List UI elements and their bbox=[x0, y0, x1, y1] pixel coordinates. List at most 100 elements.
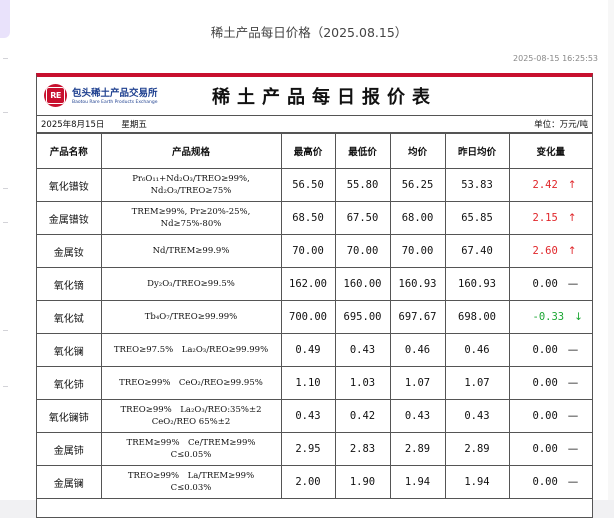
spec-line: TREO≥99% La₂O₃/REO:35%±2 bbox=[120, 405, 262, 415]
change-value: 2.60 bbox=[532, 245, 558, 257]
product-name-cell: 氧化镧铈 bbox=[37, 399, 102, 433]
spec-line: Nd₂O₃/TREO≥75% bbox=[150, 186, 232, 196]
change-cell: 0.00 — bbox=[508, 333, 592, 367]
arrow-up-icon: ↑ bbox=[567, 245, 577, 257]
product-spec-cell: Dy₂O₃/TREO≥99.5% bbox=[100, 267, 282, 301]
low-price-cell: 0.42 bbox=[334, 399, 391, 433]
change-value: 2.42 bbox=[532, 179, 558, 191]
product-name-cell: 氧化铈 bbox=[37, 366, 102, 400]
prev-avg-price-cell: 0.46 bbox=[444, 333, 510, 367]
report-date: 2025年8月15日 星期五 bbox=[41, 120, 147, 130]
spec-line: Dy₂O₃/TREO≥99.5% bbox=[147, 279, 235, 289]
high-price-cell: 0.49 bbox=[280, 333, 336, 367]
change-value: 0.00 bbox=[532, 476, 558, 488]
prev-avg-price-cell: 67.40 bbox=[444, 234, 510, 268]
report-title: 稀土产品每日报价表 bbox=[212, 87, 437, 108]
side-panel-tick bbox=[3, 112, 8, 113]
arrow-down-icon: ↓ bbox=[574, 311, 583, 323]
product-spec-cell: TREM≥99% Ce/TREM≥99% C≤0.05% bbox=[100, 432, 282, 466]
side-panel-accent bbox=[0, 0, 10, 38]
header-cell: 产品名称 bbox=[37, 133, 102, 169]
high-price-cell: 1.10 bbox=[280, 366, 336, 400]
report-unit: 单位：万元/吨 bbox=[534, 120, 588, 130]
change-cell: 0.00 — bbox=[508, 399, 592, 433]
prev-avg-price-cell: 698.00 bbox=[444, 300, 510, 334]
table-row: 氧化镨钕 Pr₆O₁₁+Nd₂O₃/TREO≥99%, Nd₂O₃/TREO≥75%… bbox=[37, 168, 592, 202]
table-row: 氧化镧 TREO≥97.5% La₂O₃/REO≥99.99% 0.49 0.43 0.… bbox=[37, 333, 592, 367]
spec-line: C≤0.03% bbox=[170, 483, 212, 493]
table-row: 氧化铈 TREO≥99% CeO₂/REO≥99.95% 1.10 1.03 1.07 1… bbox=[37, 366, 592, 400]
price-table: 产品名称 产品规格 最高价 最低价 均价 昨日均价 变化量 氧化镨钕 Pr₆O₁₁… bbox=[37, 133, 592, 499]
product-name-cell: 金属铈 bbox=[37, 432, 102, 466]
article-title: 稀土产品每日价格（2025.08.15） bbox=[210, 25, 408, 40]
product-name-cell: 氧化铽 bbox=[37, 300, 102, 334]
avg-price-cell: 56.25 bbox=[389, 168, 446, 202]
high-price-cell: 162.00 bbox=[280, 267, 336, 301]
side-panel-tick bbox=[3, 386, 8, 387]
avg-price-cell: 697.67 bbox=[389, 300, 446, 334]
table-header-row: 产品名称 产品规格 最高价 最低价 均价 昨日均价 变化量 bbox=[37, 133, 592, 169]
spec-line: TREO≥97.5% La₂O₃/REO≥99.99% bbox=[113, 345, 269, 355]
avg-price-cell: 68.00 bbox=[389, 201, 446, 235]
product-name-cell: 金属镧 bbox=[37, 465, 102, 499]
product-name-cell: 氧化镝 bbox=[37, 267, 102, 301]
low-price-cell: 67.50 bbox=[334, 201, 391, 235]
high-price-cell: 700.00 bbox=[280, 300, 336, 334]
low-price-cell: 160.00 bbox=[334, 267, 391, 301]
prev-avg-price-cell: 53.83 bbox=[444, 168, 510, 202]
header-cell: 最低价 bbox=[334, 133, 391, 169]
prev-avg-price-cell: 1.94 bbox=[444, 465, 510, 499]
header-cell: 变化量 bbox=[508, 133, 592, 169]
avg-price-cell: 160.93 bbox=[389, 267, 446, 301]
side-panel-tick bbox=[3, 188, 8, 189]
change-cell: 0.00 — bbox=[508, 432, 592, 466]
table-row: 金属镨钕 TREM≥99%, Pr≥20%-25%, Nd≥75%-80% 68.50… bbox=[37, 201, 592, 235]
dash-icon: — bbox=[567, 344, 579, 356]
product-spec-cell: TREM≥99%, Pr≥20%-25%, Nd≥75%-80% bbox=[100, 201, 282, 235]
product-spec-cell: Tb₄O₇/TREO≥99.99% bbox=[100, 300, 282, 334]
high-price-cell: 68.50 bbox=[280, 201, 336, 235]
spec-line: CeO₂/REO 65%±2 bbox=[151, 417, 231, 427]
change-value: -0.33 bbox=[532, 311, 565, 323]
table-row: 金属钕 Nd/TREM≥99.9% 70.00 70.00 70.00 67.40 2.60… bbox=[37, 234, 592, 268]
spec-line: TREO≥99% La/TREM≥99% bbox=[127, 471, 255, 481]
prev-avg-price-cell: 0.43 bbox=[444, 399, 510, 433]
low-price-cell: 1.90 bbox=[334, 465, 391, 499]
arrow-up-icon: ↑ bbox=[567, 212, 577, 224]
report-info-row: 2025年8月15日 星期五 单位：万元/吨 bbox=[37, 116, 592, 133]
product-name-cell: 金属钕 bbox=[37, 234, 102, 268]
exchange-name-cn: 包头稀土产品交易所 bbox=[72, 88, 158, 99]
publish-timestamp: 2025-08-15 16:25:53 bbox=[513, 54, 598, 63]
table-row: 氧化镝 Dy₂O₃/TREO≥99.5% 162.00 160.00 160.93 160… bbox=[37, 267, 592, 301]
change-value: 0.00 bbox=[532, 410, 558, 422]
spec-line: Nd/TREM≥99.9% bbox=[152, 246, 230, 256]
change-cell: -0.33 ↓ bbox=[508, 300, 592, 334]
side-panel-tick bbox=[3, 58, 8, 59]
spec-line: TREM≥99%, Pr≥20%-25%, bbox=[131, 207, 251, 217]
low-price-cell: 70.00 bbox=[334, 234, 391, 268]
right-scroll-track[interactable] bbox=[608, 0, 614, 500]
change-value: 0.00 bbox=[532, 443, 558, 455]
avg-price-cell: 1.07 bbox=[389, 366, 446, 400]
product-name-cell: 氧化镨钕 bbox=[37, 168, 102, 202]
high-price-cell: 2.00 bbox=[280, 465, 336, 499]
table-row: 金属镧 TREO≥99% La/TREM≥99% C≤0.03% 2.00 1.90 1.… bbox=[37, 465, 592, 499]
price-report-image: RE 包头稀土产品交易所 Baotou Rare Earth Products … bbox=[36, 73, 593, 518]
low-price-cell: 55.80 bbox=[334, 168, 391, 202]
avg-price-cell: 1.94 bbox=[389, 465, 446, 499]
arrow-up-icon: ↑ bbox=[567, 179, 577, 191]
logo-mark: RE bbox=[46, 87, 65, 104]
header-cell: 产品规格 bbox=[100, 133, 282, 169]
avg-price-cell: 0.46 bbox=[389, 333, 446, 367]
prev-avg-price-cell: 2.89 bbox=[444, 432, 510, 466]
product-spec-cell: TREO≥99% La/TREM≥99% C≤0.03% bbox=[100, 465, 282, 499]
table-row: 氧化镧铈 TREO≥99% La₂O₃/REO:35%±2 CeO₂/REO 65%… bbox=[37, 399, 592, 433]
side-panel-tick bbox=[3, 222, 8, 223]
spec-line: Nd≥75%-80% bbox=[160, 219, 222, 229]
product-spec-cell: TREO≥99% CeO₂/REO≥99.95% bbox=[100, 366, 282, 400]
product-spec-cell: Pr₆O₁₁+Nd₂O₃/TREO≥99%, Nd₂O₃/TREO≥75% bbox=[100, 168, 282, 202]
change-cell: 2.42 ↑ bbox=[508, 168, 592, 202]
change-value: 0.00 bbox=[532, 377, 558, 389]
spec-line: Tb₄O₇/TREO≥99.99% bbox=[144, 312, 238, 322]
spec-line: TREO≥99% CeO₂/REO≥99.95% bbox=[119, 378, 263, 388]
